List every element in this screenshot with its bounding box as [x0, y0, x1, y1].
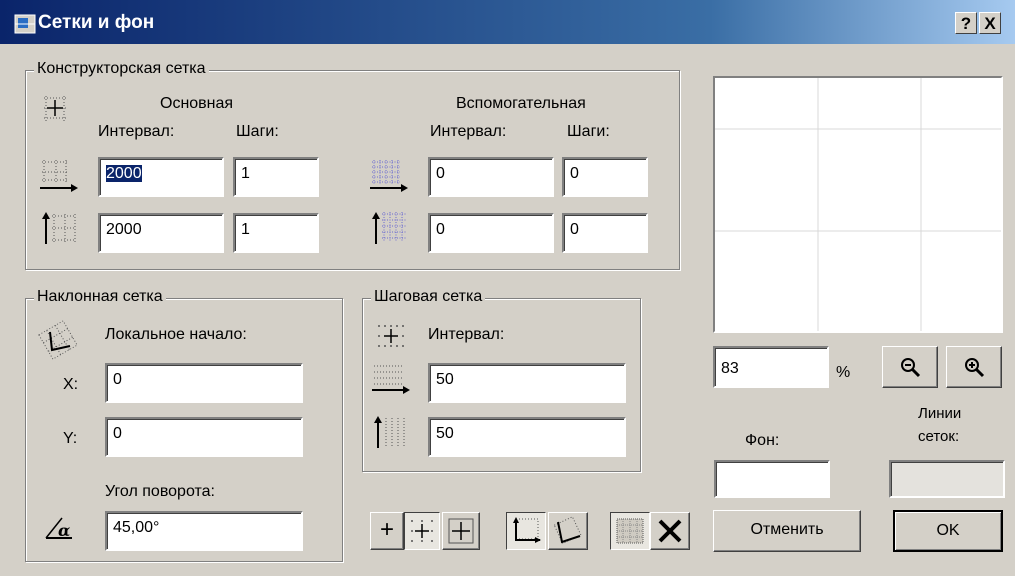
rotation-angle-input[interactable]: 45,00° [105, 511, 303, 551]
aux-vertical-spacing-icon [372, 212, 406, 244]
rotated-grid-title: Наклонная сетка [34, 288, 166, 306]
main-steps-label: Шаги: [236, 123, 279, 140]
construction-grid-title: Конструкторская сетка [34, 60, 209, 78]
main-x-interval-input[interactable]: 2000 [98, 157, 224, 197]
rotated-grid-mode-icon [553, 516, 582, 545]
construction-grid-icon [448, 518, 474, 544]
y-label: Y: [63, 430, 78, 447]
angle-icon: α [45, 517, 72, 540]
snap-y-input[interactable]: 50 [428, 417, 626, 457]
origin-x-input[interactable]: 0 [105, 363, 303, 403]
main-grid-title: Основная [160, 95, 234, 112]
plus-button[interactable]: + [370, 512, 404, 550]
grid-origin-icon [44, 96, 66, 122]
snap-grid-toggle-icon [411, 520, 433, 542]
fill-grid-icon [616, 518, 644, 544]
grid-lines-label-1: Линии [918, 405, 962, 422]
local-origin-label: Локальное начало: [105, 326, 247, 343]
help-button[interactable]: ? [955, 12, 977, 34]
snap-vertical-icon [374, 416, 405, 448]
zoom-input[interactable]: 83 [713, 346, 829, 388]
main-y-interval-input[interactable]: 2000 [98, 213, 224, 253]
ok-button[interactable]: OK [893, 510, 1003, 552]
window-title: Сетки и фон [38, 12, 155, 33]
horizontal-spacing-icon [40, 160, 78, 192]
aux-x-interval-input[interactable]: 0 [428, 157, 554, 197]
zoom-unit: % [836, 364, 851, 381]
rotated-grid-icon [38, 320, 78, 360]
snap-grid-toggle[interactable] [404, 512, 440, 550]
grid-lines-label-2: сеток: [918, 428, 960, 445]
app-icon [14, 14, 36, 34]
background-color-swatch[interactable] [714, 460, 830, 498]
ortho-grid-icon [513, 517, 541, 543]
zoom-out-icon [901, 358, 921, 378]
plus-icon: + [379, 516, 394, 543]
grid-lines-color-swatch[interactable] [889, 460, 1005, 498]
cancel-button[interactable]: Отменить [713, 510, 861, 552]
construction-grid-toggle[interactable] [442, 512, 480, 550]
grid-preview [713, 76, 1003, 333]
snap-grid-icon [378, 325, 404, 347]
snap-interval-label: Интервал: [428, 326, 505, 343]
aux-x-steps-input[interactable]: 0 [562, 157, 648, 197]
snap-horizontal-icon [372, 365, 410, 394]
aux-y-steps-input[interactable]: 0 [562, 213, 648, 253]
x-label: X: [63, 376, 79, 393]
main-x-steps-input[interactable]: 1 [233, 157, 319, 197]
background-label: Фон: [745, 432, 780, 449]
origin-y-input[interactable]: 0 [105, 417, 303, 457]
x-icon [658, 519, 682, 543]
angle-label: Угол поворота: [105, 483, 215, 500]
aux-y-interval-input[interactable]: 0 [428, 213, 554, 253]
grid-preview-lines [715, 78, 1001, 331]
aux-grid-title: Вспомогательная [456, 95, 586, 112]
fill-grid-toggle[interactable] [610, 512, 650, 550]
zoom-out-button[interactable] [882, 346, 938, 388]
main-x-interval-value: 2000 [106, 165, 142, 182]
aux-horizontal-spacing-icon [370, 160, 408, 192]
main-interval-label: Интервал: [98, 123, 175, 140]
title-bar: Сетки и фон ? X [0, 0, 1015, 44]
svg-text:α: α [58, 521, 70, 540]
main-y-steps-input[interactable]: 1 [233, 213, 319, 253]
aux-steps-label: Шаги: [567, 123, 610, 140]
snap-grid-title: Шаговая сетка [371, 288, 486, 306]
rotated-grid-toggle[interactable] [548, 512, 588, 550]
snap-x-input[interactable]: 50 [428, 363, 626, 403]
aux-interval-label: Интервал: [430, 123, 507, 140]
delete-grid-button[interactable] [650, 512, 690, 550]
close-button[interactable]: X [979, 12, 1001, 34]
zoom-in-icon [965, 358, 985, 378]
zoom-in-button[interactable] [946, 346, 1002, 388]
vertical-spacing-icon [42, 212, 76, 244]
ortho-grid-toggle[interactable] [506, 512, 546, 550]
